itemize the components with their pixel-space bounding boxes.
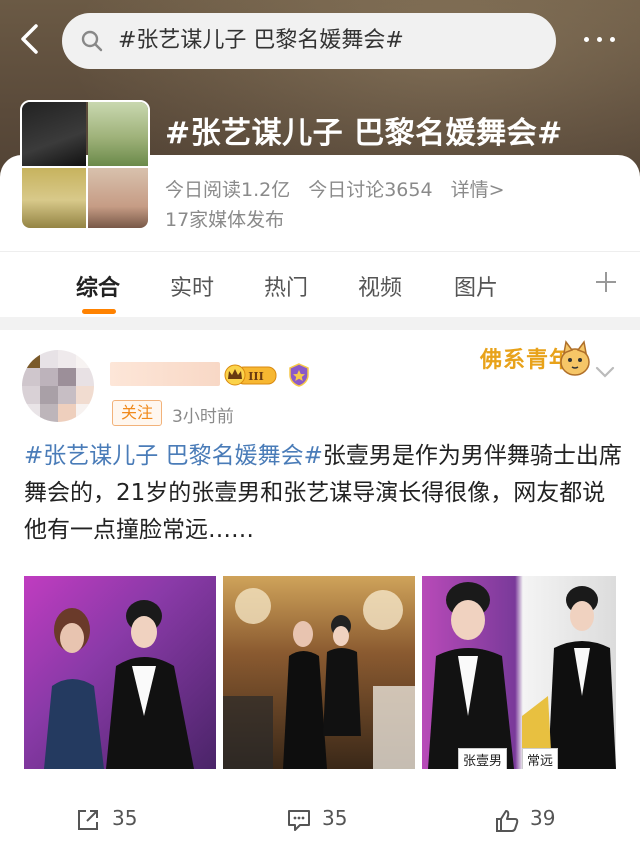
repost-count: 35: [112, 806, 138, 830]
tab-realtime[interactable]: 实时: [170, 270, 214, 302]
tab-video[interactable]: 视频: [358, 270, 402, 302]
post-actions: 35 35 39: [0, 800, 640, 840]
topic-title: #张艺谋儿子 巴黎名媛舞会#: [165, 116, 563, 151]
post-card: III 关注 3小时前 佛系青年 #张艺谋儿子 巴黎名媛舞会#张壹男是作为男伴舞…: [0, 330, 640, 847]
more-options-icon[interactable]: [578, 22, 622, 56]
topic-stats: 今日阅读1.2亿 今日讨论3654 详情>: [165, 175, 523, 202]
tab-hot[interactable]: 热门: [264, 270, 308, 302]
photo-grid: 张壹男 常远: [24, 576, 616, 769]
active-tab-indicator: [82, 309, 116, 314]
comment-icon: [288, 810, 310, 831]
post-photo-3[interactable]: 张壹男 常远: [422, 576, 616, 769]
chevron-down-icon[interactable]: [594, 364, 616, 380]
cover-photo-1: [22, 102, 86, 166]
badge-level: III: [248, 370, 263, 383]
post-content: #张艺谋儿子 巴黎名媛舞会#张壹男是作为男伴舞骑士出席舞会的，21岁的张壹男和张…: [24, 438, 624, 549]
tab-bar: 综合 实时 热门 视频 图片: [0, 251, 640, 317]
media-count: 17家媒体发布: [165, 209, 285, 231]
sticker-decoration: 佛系青年: [480, 338, 592, 384]
avatar[interactable]: [22, 350, 94, 422]
username-blurred[interactable]: [110, 362, 220, 386]
post-time: 3小时前: [172, 407, 234, 427]
post-hashtag[interactable]: #张艺谋儿子 巴黎名媛舞会#: [24, 443, 323, 469]
post-photo-1[interactable]: [24, 576, 216, 769]
photo-3-scene: [428, 582, 616, 769]
search-icon: [81, 30, 103, 52]
add-tab-icon[interactable]: [594, 270, 618, 294]
tab-comprehensive[interactable]: 综合: [76, 270, 120, 302]
search-bar[interactable]: #张艺谋儿子 巴黎名媛舞会#: [62, 13, 556, 69]
thumbs-up-icon: [496, 810, 519, 832]
cover-photo-2: [88, 102, 148, 166]
discuss-count: 今日讨论3654: [308, 179, 433, 201]
cover-photo-4: [88, 168, 148, 228]
tab-images[interactable]: 图片: [454, 270, 498, 302]
cat-sticker-icon: [560, 340, 590, 376]
read-count: 今日阅读1.2亿: [165, 179, 291, 201]
follow-button[interactable]: 关注: [112, 400, 162, 426]
comment-count: 35: [322, 806, 348, 830]
search-query: #张艺谋儿子 巴黎名媛舞会#: [118, 28, 404, 53]
details-link[interactable]: 详情>: [451, 179, 505, 201]
topic-cover-grid: [20, 100, 150, 230]
shield-badge-icon: [289, 363, 309, 387]
back-arrow-icon[interactable]: [16, 22, 46, 56]
photo-caption-1: 张壹男: [458, 748, 508, 769]
cover-photo-3: [22, 168, 86, 228]
photo-2-scene: [223, 588, 415, 769]
photo-caption-2: 常远: [522, 748, 559, 769]
like-count: 39: [530, 806, 556, 830]
membership-badge-icon: III: [224, 364, 277, 386]
post-photo-2[interactable]: [223, 576, 415, 769]
photo-1-scene: [44, 600, 194, 769]
repost-icon: [78, 810, 98, 830]
